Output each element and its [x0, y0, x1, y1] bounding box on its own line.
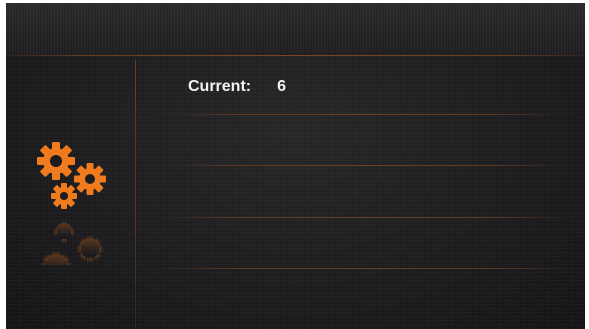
row-divider-4 — [156, 268, 576, 269]
title-bar — [6, 3, 585, 55]
settings-screen: Current: 6 — [6, 3, 585, 329]
current-setting-row: Current: 6 — [188, 78, 286, 100]
row-divider-1 — [156, 114, 576, 115]
gears-reflection — [34, 215, 112, 265]
current-label: Current: — [188, 78, 252, 95]
row-divider-2 — [156, 165, 576, 166]
content-area: Current: 6 — [136, 56, 585, 329]
current-value: 6 — [277, 78, 287, 95]
gears-icon — [34, 141, 112, 213]
row-divider-3 — [156, 217, 576, 218]
